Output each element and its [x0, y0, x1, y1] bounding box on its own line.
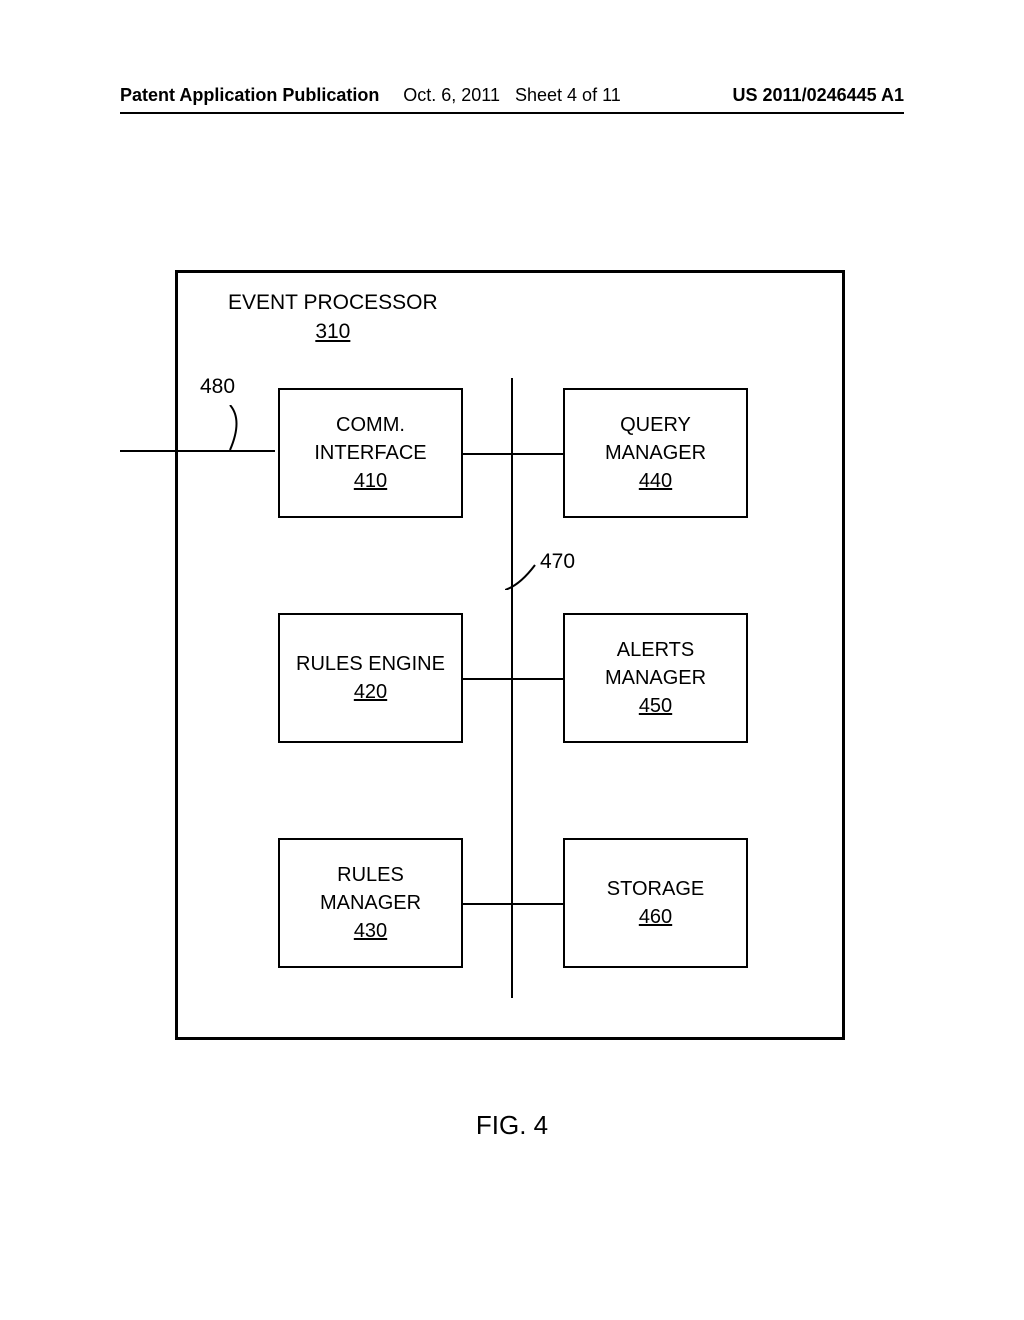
alerts-manager-block: ALERTS MANAGER 450	[563, 613, 748, 743]
connector-4	[513, 678, 563, 680]
figure-label: FIG. 4	[476, 1110, 548, 1141]
processor-ref: 310	[228, 317, 438, 346]
connector-1	[463, 453, 511, 455]
rules-manager-ref: 430	[354, 917, 387, 945]
comm-interface-label1: COMM.	[336, 411, 405, 439]
storage-label1: STORAGE	[607, 875, 704, 903]
storage-block: STORAGE 460	[563, 838, 748, 968]
connector-3	[463, 678, 511, 680]
query-manager-ref: 440	[639, 467, 672, 495]
page-header: Patent Application Publication Oct. 6, 2…	[0, 85, 1024, 106]
alerts-manager-label1: ALERTS	[617, 636, 694, 664]
label-470: 470	[540, 550, 575, 574]
processor-title-text: EVENT PROCESSOR	[228, 288, 438, 317]
header-publication-number: US 2011/0246445 A1	[733, 85, 904, 106]
alerts-manager-label2: MANAGER	[605, 664, 706, 692]
storage-ref: 460	[639, 903, 672, 931]
query-manager-label2: MANAGER	[605, 439, 706, 467]
rules-engine-block: RULES ENGINE 420	[278, 613, 463, 743]
connector-5	[463, 903, 511, 905]
rules-manager-label1: RULES	[337, 861, 404, 889]
connector-2	[513, 453, 563, 455]
header-divider	[120, 112, 904, 114]
processor-title: EVENT PROCESSOR 310	[228, 288, 438, 347]
comm-interface-label2: INTERFACE	[314, 439, 426, 467]
event-processor-container: EVENT PROCESSOR 310 COMM. INTERFACE 410 …	[175, 270, 845, 1040]
rules-manager-block: RULES MANAGER 430	[278, 838, 463, 968]
comm-interface-ref: 410	[354, 467, 387, 495]
rules-manager-label2: MANAGER	[320, 889, 421, 917]
rules-engine-label1: RULES ENGINE	[296, 650, 445, 678]
query-manager-block: QUERY MANAGER 440	[563, 388, 748, 518]
header-center: Oct. 6, 2011 Sheet 4 of 11	[403, 85, 621, 106]
header-date: Oct. 6, 2011	[403, 85, 500, 105]
connector-6	[513, 903, 563, 905]
query-manager-label1: QUERY	[620, 411, 691, 439]
header-publication-type: Patent Application Publication	[120, 85, 379, 106]
rules-engine-ref: 420	[354, 678, 387, 706]
leader-curve-470	[505, 560, 540, 590]
comm-interface-block: COMM. INTERFACE 410	[278, 388, 463, 518]
bus-line	[511, 378, 513, 998]
alerts-manager-ref: 450	[639, 692, 672, 720]
header-sheet: Sheet 4 of 11	[515, 85, 621, 105]
